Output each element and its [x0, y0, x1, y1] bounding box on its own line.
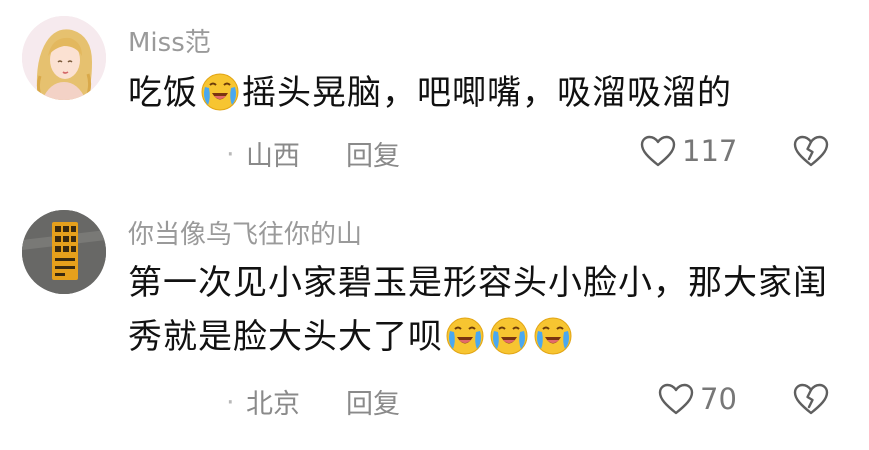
comment-username[interactable]: Miss范 — [128, 22, 211, 59]
avatar-image-icon — [22, 210, 106, 294]
broken-heart-icon — [793, 135, 829, 167]
comment-text-part: 吃饭 — [128, 73, 198, 113]
avatar-illustration-icon — [22, 16, 106, 100]
broken-heart-icon — [793, 383, 829, 415]
comment-meta: · 山西 回复 117 — [128, 131, 869, 174]
comment-username[interactable]: 你当像鸟飞往你的山 — [128, 214, 362, 251]
separator-dot: · — [226, 139, 235, 170]
avatar[interactable] — [22, 16, 106, 100]
like-button[interactable]: 70 — [658, 379, 737, 419]
loudly-crying-face-icon — [445, 316, 485, 356]
like-count: 70 — [700, 382, 737, 416]
comment-item: Miss范 吃饭 摇头晃脑，吧唧嘴，吸溜吸溜的 · 山西 回复 117 — [0, 0, 869, 200]
dislike-button[interactable] — [793, 131, 829, 174]
like-button[interactable]: 117 — [640, 131, 737, 171]
comment-text: 第一次见小家碧玉是形容头小脸小，那大家闺 秀就是脸大头大了呗 — [128, 256, 848, 364]
heart-outline-icon — [658, 383, 694, 415]
comment-item: 你当像鸟飞往你的山 第一次见小家碧玉是形容头小脸小，那大家闺 秀就是脸大头大了呗… — [0, 200, 869, 450]
ip-location: 北京 — [246, 389, 300, 420]
comment-text-line: 秀就是脸大头大了呗 — [128, 310, 848, 364]
heart-outline-icon — [640, 135, 676, 167]
loudly-crying-face-icon — [533, 316, 573, 356]
comment-text-line: 第一次见小家碧玉是形容头小脸小，那大家闺 — [128, 263, 828, 303]
comment-text: 吃饭 摇头晃脑，吧唧嘴，吸溜吸溜的 — [128, 66, 848, 120]
comment-meta: · 北京 回复 70 — [128, 379, 869, 422]
comment-text-part: 秀就是脸大头大了呗 — [128, 317, 443, 357]
loudly-crying-face-icon — [200, 72, 240, 112]
reply-button[interactable]: 回复 — [346, 134, 400, 173]
avatar[interactable] — [22, 210, 106, 294]
separator-dot: · — [226, 387, 235, 418]
reply-button[interactable]: 回复 — [346, 382, 400, 421]
comment-text-part: 摇头晃脑，吧唧嘴，吸溜吸溜的 — [242, 73, 732, 113]
ip-location: 山西 — [246, 141, 300, 172]
dislike-button[interactable] — [793, 379, 829, 422]
like-count: 117 — [682, 134, 738, 168]
loudly-crying-face-icon — [489, 316, 529, 356]
